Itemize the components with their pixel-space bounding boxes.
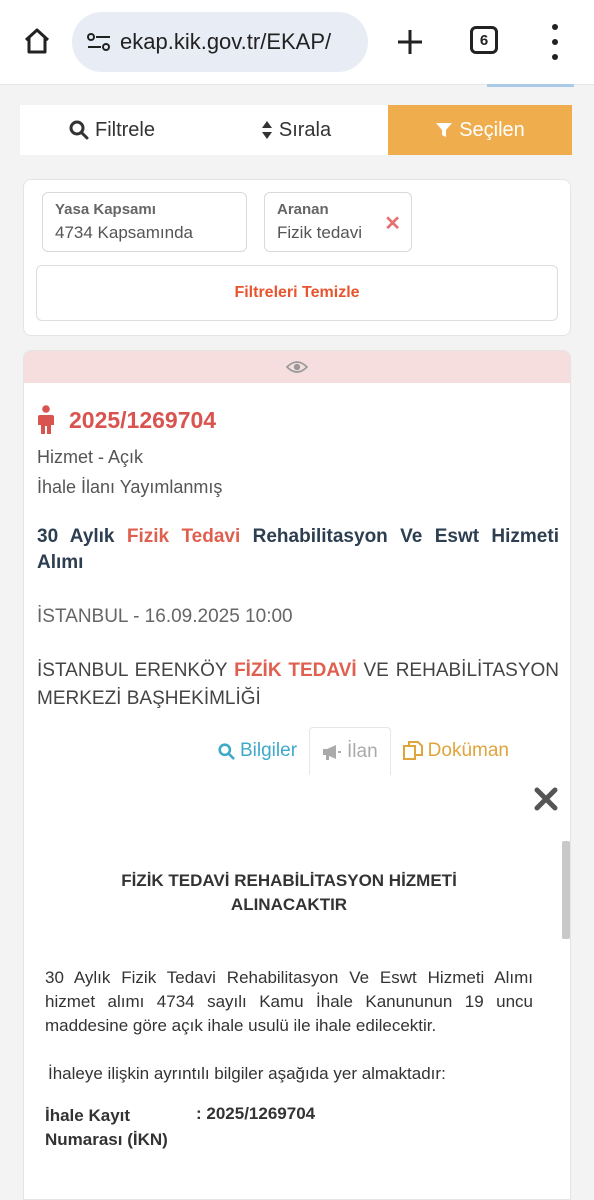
chip-value: Fizik tedavi xyxy=(277,223,363,242)
title-highlight: Fizik Tedavi xyxy=(126,526,241,547)
filter-chip-search-term[interactable]: Aranan Fizik tedavi ✕ xyxy=(264,192,412,252)
tender-location-date: İSTANBUL - 16.09.2025 10:00 xyxy=(37,606,293,627)
browser-chrome: ekap.kik.gov.tr/EKAP/ 6 xyxy=(0,0,594,85)
detail-paragraph: 30 Aylık Fizik Tedavi Rehabilitasyon Ve … xyxy=(45,968,533,1035)
search-icon xyxy=(218,742,235,760)
tender-type: Hizmet - Açık xyxy=(37,447,144,467)
close-icon[interactable] xyxy=(532,785,560,813)
more-vert-icon[interactable] xyxy=(545,24,565,60)
selected-label: Seçilen xyxy=(459,118,525,141)
active-filters-panel: Yasa Kapsamı 4734 Kapsamında Aranan Fizi… xyxy=(23,179,571,336)
eye-icon[interactable] xyxy=(286,360,308,374)
url-text[interactable]: ekap.kik.gov.tr/EKAP/ xyxy=(120,29,331,55)
filter-label: Filtrele xyxy=(94,118,155,141)
filter-chip-law-scope[interactable]: Yasa Kapsamı 4734 Kapsamında xyxy=(42,192,247,252)
chip-value: 4734 Kapsamında xyxy=(55,223,193,242)
detail-paragraph-2: İhaleye ilişkin ayrıntılı bilgiler aşağı… xyxy=(48,1064,446,1083)
remove-filter-icon[interactable]: ✕ xyxy=(384,211,401,236)
tender-organization: İSTANBUL ERENKÖY FİZİK TEDAVİ VE REHABİL… xyxy=(37,657,559,713)
site-settings-icon[interactable] xyxy=(84,31,114,53)
doc-label: Doküman xyxy=(427,740,509,761)
tabs-icon[interactable]: 6 xyxy=(470,26,498,54)
detail-heading: FİZİK TEDAVİ REHABİLİTASYON HİZMETİ ALIN… xyxy=(121,871,457,914)
sort-button[interactable]: Sırala xyxy=(204,105,388,155)
info-label: Bilgiler xyxy=(240,740,298,761)
selected-button[interactable]: Seçilen xyxy=(388,105,572,155)
sort-label: Sırala xyxy=(278,118,332,141)
chip-label: Aranan xyxy=(277,201,329,218)
announcement-tab[interactable]: İlan xyxy=(309,727,391,775)
home-icon[interactable] xyxy=(18,22,56,60)
funnel-icon xyxy=(436,123,453,137)
ikn-label: İhale Kayıt Numarası (İKN) xyxy=(45,1106,168,1149)
search-icon xyxy=(69,120,89,140)
org-pre: İSTANBUL ERENKÖY xyxy=(37,660,235,681)
tab-count: 6 xyxy=(479,31,489,49)
address-bar[interactable]: ekap.kik.gov.tr/EKAP/ xyxy=(72,12,368,72)
person-icon xyxy=(38,405,54,434)
org-highlight: FİZİK TEDAVİ xyxy=(234,660,357,681)
copy-icon xyxy=(402,741,423,760)
chip-label: Yasa Kapsamı xyxy=(55,201,156,218)
ilan-label: İlan xyxy=(347,740,378,762)
document-button[interactable]: Doküman xyxy=(391,727,521,775)
tender-ikn[interactable]: 2025/1269704 xyxy=(69,407,216,434)
toolbar: Filtrele Sırala Seçilen xyxy=(20,105,572,155)
card-header[interactable] xyxy=(24,351,570,383)
scrollbar[interactable] xyxy=(562,841,570,939)
plus-icon[interactable] xyxy=(392,24,428,60)
card-actions: Bilgiler İlan Doküman xyxy=(206,727,562,775)
ikn-value: : 2025/1269704 xyxy=(196,1104,316,1123)
title-pre: 30 Aylık xyxy=(37,526,127,547)
megaphone-icon xyxy=(323,744,342,760)
clear-filters-button[interactable]: Filtreleri Temizle xyxy=(36,265,558,321)
tender-title: 30 Aylık Fizik Tedavi Rehabilitasyon Ve … xyxy=(37,524,559,576)
info-button[interactable]: Bilgiler xyxy=(206,727,309,775)
sort-icon xyxy=(261,121,272,139)
ikn-row: 2025/1269704 xyxy=(37,405,216,435)
filter-button[interactable]: Filtrele xyxy=(20,105,204,155)
tab-indicator xyxy=(487,84,574,87)
tender-status: İhale İlanı Yayımlanmış xyxy=(37,477,223,497)
tender-card: 2025/1269704 Hizmet - Açık İhale İlanı Y… xyxy=(23,350,571,1200)
